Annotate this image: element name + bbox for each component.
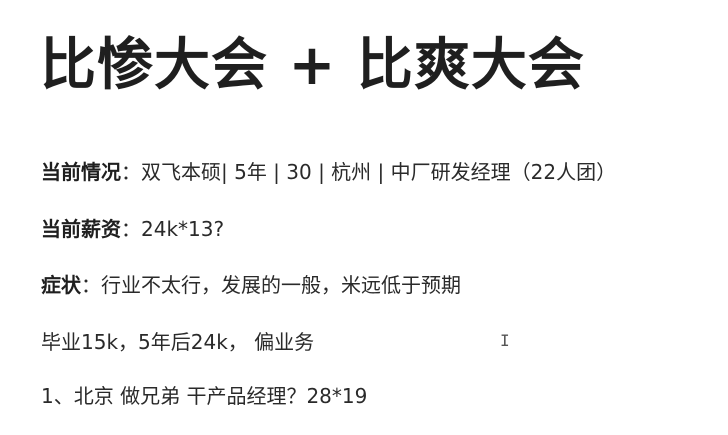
current-salary-text: 24k*13?: [141, 217, 225, 241]
document-page[interactable]: 比惨大会 + 比爽大会 当前情况：双飞本硕| 5年 | 30 | 杭州 | 中厂…: [0, 0, 728, 435]
label-separator: ：: [81, 273, 101, 297]
symptom-line: 症状：行业不太行，发展的一般，米远低于预期: [41, 271, 461, 299]
salary-history-line: 毕业15k，5年后24k， 偏业务: [41, 330, 315, 354]
text-cursor-icon: I: [500, 331, 510, 350]
label-separator: ：: [121, 217, 141, 241]
current-situation-label: 当前情况: [41, 160, 121, 184]
option-one-line: 1、北京 做兄弟 干产品经理？28*19: [41, 384, 368, 408]
current-situation-line: 当前情况：双飞本硕| 5年 | 30 | 杭州 | 中厂研发经理（22人团）: [41, 158, 616, 186]
current-salary-label: 当前薪资: [41, 217, 121, 241]
current-situation-text: 双飞本硕| 5年 | 30 | 杭州 | 中厂研发经理（22人团）: [141, 160, 617, 184]
symptom-text: 行业不太行，发展的一般，米远低于预期: [101, 273, 461, 297]
current-salary-line: 当前薪资：24k*13?: [41, 215, 224, 243]
page-title: 比惨大会 + 比爽大会: [40, 33, 585, 98]
label-separator: ：: [121, 160, 141, 184]
symptom-label: 症状: [41, 273, 81, 297]
